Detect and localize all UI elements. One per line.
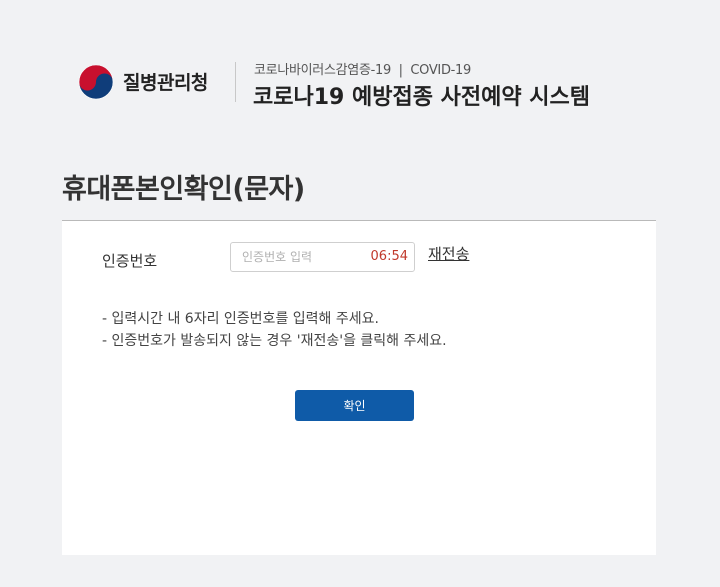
page-title: 휴대폰본인확인(문자) xyxy=(62,174,305,205)
instruction-notes: - 입력시간 내 6자리 인증번호를 입력해 주세요. - 인증번호가 발송되지… xyxy=(102,308,447,352)
countdown-timer: 06:54 xyxy=(370,249,408,264)
resend-link[interactable]: 재전송 xyxy=(428,243,469,264)
instruction-note: - 인증번호가 발송되지 않는 경우 '재전송'을 클릭해 주세요. xyxy=(102,333,447,349)
instruction-note: - 입력시간 내 6자리 인증번호를 입력해 주세요. xyxy=(102,311,379,327)
taegeuk-logo-icon xyxy=(78,64,114,100)
verification-card: 인증번호 06:54 재전송 - 입력시간 내 6자리 인증번호를 입력해 주세… xyxy=(62,221,656,555)
verification-code-label: 인증번호 xyxy=(102,252,158,270)
verification-code-box: 06:54 xyxy=(230,242,415,272)
confirm-button[interactable]: 확인 xyxy=(295,390,414,421)
system-title: 코로나19 예방접종 사전예약 시스템 xyxy=(253,85,590,110)
verification-code-input[interactable] xyxy=(231,243,366,271)
site-header: 질병관리청 코로나바이러스감염증-19 | COVID-19 코로나19 예방접… xyxy=(0,0,720,140)
agency-name: 질병관리청 xyxy=(123,72,208,94)
header-divider xyxy=(235,62,236,102)
header-subtitle: 코로나바이러스감염증-19 | COVID-19 xyxy=(254,63,471,78)
